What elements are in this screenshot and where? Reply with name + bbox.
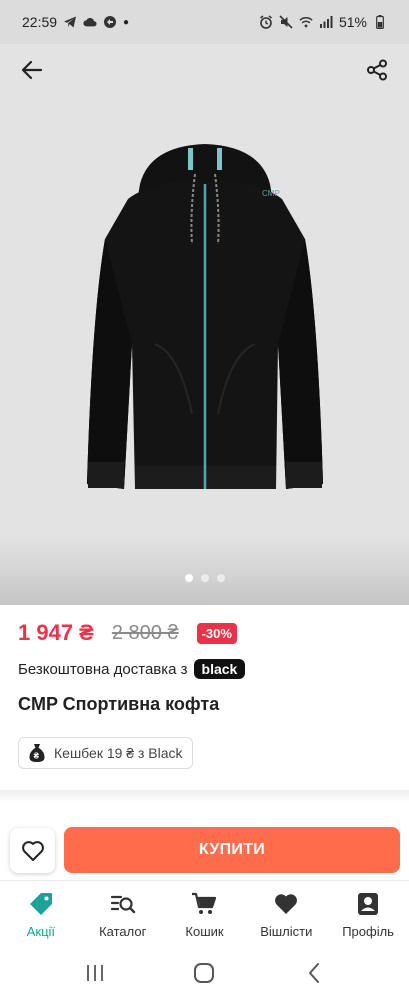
svg-text:₴: ₴	[34, 752, 40, 761]
cloud-icon	[83, 15, 97, 29]
nav-label-profile: Профіль	[342, 924, 394, 939]
cashback-chip[interactable]: ₴ Кешбек 19 ₴ з Black	[18, 737, 193, 769]
nav-label-wishlists: Вішлісти	[260, 924, 313, 939]
add-to-wishlist-button[interactable]	[10, 828, 55, 873]
wifi-icon	[299, 15, 313, 29]
tag-icon	[28, 891, 54, 917]
alarm-icon	[259, 15, 273, 29]
purchase-bar: КУПИТИ	[0, 822, 409, 882]
mute-icon	[279, 15, 293, 29]
current-price: 1 947 ₴	[18, 620, 94, 645]
system-back-button[interactable]	[294, 958, 334, 988]
arrow-back-icon	[21, 60, 43, 80]
recent-apps-button[interactable]	[75, 958, 115, 988]
nav-item-promotions[interactable]: Акції	[0, 881, 82, 946]
section-divider	[0, 790, 409, 802]
old-price: 2 800 ₴	[111, 621, 179, 644]
heart-icon	[273, 891, 299, 917]
share-icon	[367, 59, 387, 81]
pagination-dot[interactable]	[216, 574, 225, 582]
cashback-text: Кешбек 19 ₴ з Black	[54, 745, 183, 761]
pagination-dot[interactable]	[200, 574, 209, 582]
notification-dot-icon: ●	[123, 16, 130, 28]
recent-apps-icon	[86, 965, 103, 981]
free-delivery-info[interactable]: Безкоштовна доставка з black	[18, 659, 246, 679]
catalog-search-icon	[110, 891, 136, 917]
discount-badge: -30%	[196, 622, 237, 644]
system-navigation-bar	[0, 946, 409, 1000]
svg-text:CMP: CMP	[262, 189, 280, 198]
buy-button[interactable]: КУПИТИ	[64, 827, 400, 873]
money-bag-icon: ₴	[29, 744, 45, 762]
nav-item-cart[interactable]: Кошик	[164, 881, 246, 946]
home-button[interactable]	[184, 958, 224, 988]
nav-item-catalog[interactable]: Каталог	[82, 881, 164, 946]
product-photo-hoodie: CMP	[87, 144, 323, 489]
product-title: CMP Спортивна кофта	[18, 694, 220, 714]
status-bar: 22:59 ● 51%	[0, 0, 409, 44]
home-icon	[194, 963, 215, 983]
black-subscription-badge: black	[193, 659, 246, 679]
profile-icon	[355, 891, 381, 917]
product-image-gallery[interactable]: CMP	[0, 44, 409, 605]
nav-label-promotions: Акції	[26, 924, 56, 939]
image-pagination	[0, 574, 409, 582]
nav-label-catalog: Каталог	[99, 924, 147, 939]
nav-item-wishlists[interactable]: Вішлісти	[245, 881, 327, 946]
share-button[interactable]	[361, 54, 393, 86]
sync-icon	[103, 15, 117, 29]
nav-item-profile[interactable]: Профіль	[327, 881, 409, 946]
battery-icon	[373, 15, 387, 29]
pagination-dot[interactable]	[184, 574, 193, 582]
back-button[interactable]	[16, 54, 48, 86]
heart-outline-icon	[21, 840, 44, 861]
delivery-text: Безкоштовна доставка з	[18, 660, 188, 678]
bottom-navigation: Акції Каталог Кошик Вішлісти Профіль	[0, 880, 409, 946]
price-row: 1 947 ₴ 2 800 ₴ -30%	[18, 620, 237, 646]
status-time: 22:59	[22, 14, 58, 30]
signal-icon	[319, 15, 333, 29]
telegram-icon	[63, 15, 77, 29]
battery-percent: 51%	[338, 14, 367, 30]
cart-icon	[191, 891, 217, 917]
nav-label-cart: Кошик	[185, 924, 224, 939]
chevron-left-icon	[309, 963, 320, 983]
